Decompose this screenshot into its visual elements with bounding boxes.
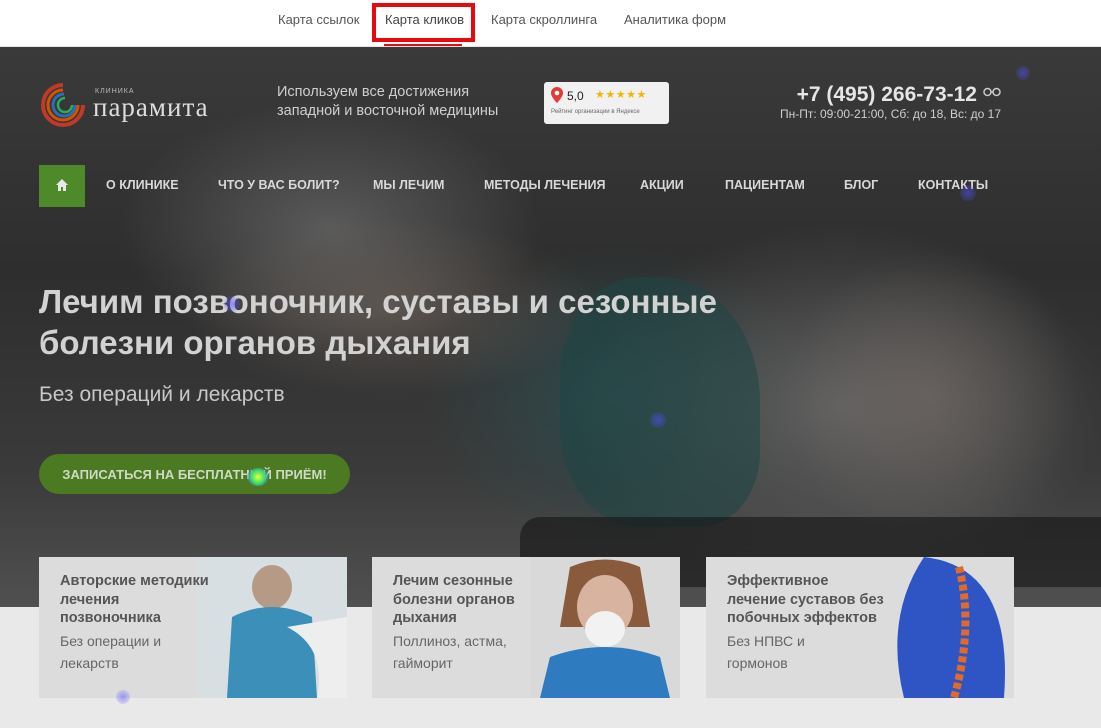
nav-item-contacts[interactable]: Контакты [918, 178, 988, 192]
active-tab-underline [384, 44, 462, 46]
nav-home-button[interactable] [39, 165, 85, 207]
glasses-icon[interactable] [983, 85, 1001, 99]
tab-form-analytics[interactable]: Аналитика форм [624, 12, 726, 27]
card-title: Эффективное лечение суставов без побочны… [727, 573, 884, 626]
analytics-tab-bar: Карта ссылок Карта кликов Карта скроллин… [0, 0, 1101, 47]
card-respiratory-treatment[interactable]: Лечим сезонные болезни органов дыхания П… [372, 557, 680, 698]
card-text: Поллиноз, астма, гайморит [393, 633, 507, 671]
nav-item-about[interactable]: О клинике [106, 178, 179, 192]
tab-scroll-map[interactable]: Карта скроллинга [491, 12, 597, 27]
phone-number[interactable]: +7 (495) 266-73-12 [797, 83, 977, 107]
hero-title: Лечим позвоночник, суставы и сезонные бо… [39, 283, 717, 361]
nav-item-symptoms[interactable]: Что у вас болит? [218, 178, 340, 192]
rating-caption: Рейтинг организации в Яндексе [551, 109, 640, 115]
home-icon [56, 179, 68, 191]
map-pin-icon [551, 87, 563, 103]
nav-item-patients[interactable]: Пациентам [725, 178, 805, 192]
clinic-logo[interactable]: клиника парамита [38, 80, 253, 130]
card-text: Без операции и лекарств [60, 633, 162, 671]
nav-item-blog[interactable]: Блог [844, 178, 878, 192]
logo-swirl-icon [41, 83, 85, 127]
card-title: Авторские методики лечения позвоночника [60, 573, 209, 626]
working-hours: Пн-Пт: 09:00-21:00, Сб: до 18, Вс: до 17 [779, 107, 1001, 121]
tab-link-map[interactable]: Карта ссылок [278, 12, 359, 27]
hero-photo-face [780, 247, 1080, 547]
rating-score: 5,0 [567, 89, 584, 103]
card-title: Лечим сезонные болезни органов дыхания [393, 573, 515, 626]
nav-item-methods[interactable]: Методы лечения [484, 178, 605, 192]
active-tab-highlight [372, 3, 475, 42]
card-text: Без НПВС и гормонов [727, 633, 805, 671]
nav-item-we-treat[interactable]: Мы лечим [373, 178, 444, 192]
nav-item-promotions[interactable]: Акции [640, 178, 684, 192]
yandex-rating-badge[interactable]: 5,0 ★★★★★ Рейтинг организации в Яндексе [544, 82, 669, 124]
free-appointment-button[interactable]: Записаться на бесплатный приём! [39, 454, 350, 494]
card-spine-treatment[interactable]: Авторские методики лечения позвоночника … [39, 557, 347, 698]
header-tagline: Используем все достижения западной и вос… [277, 84, 499, 119]
hero-subtitle: Без операций и лекарств [39, 383, 285, 406]
logo-name: парамита [93, 92, 209, 122]
rating-stars: ★★★★★ [595, 89, 647, 101]
card-joint-treatment[interactable]: Эффективное лечение суставов без побочны… [706, 557, 1014, 698]
